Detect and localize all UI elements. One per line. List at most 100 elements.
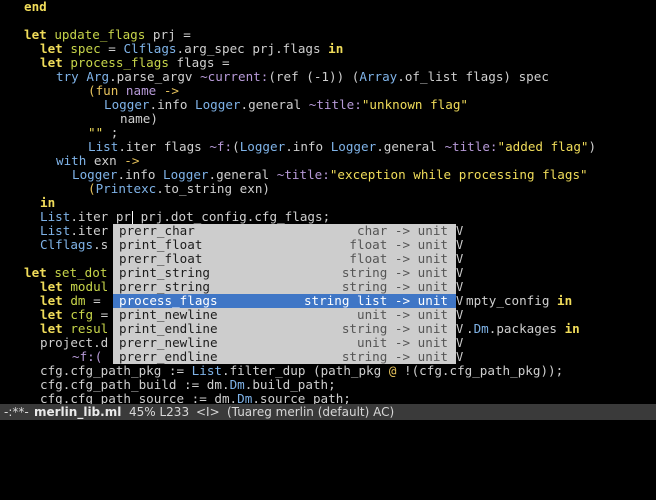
code-token: "exception while processing flags"	[329, 167, 588, 182]
code-token: let	[24, 265, 55, 280]
code-line[interactable]: name)	[120, 112, 158, 126]
code-token: "added flag"	[497, 139, 589, 154]
code-token: (ref (-1)) (	[268, 69, 360, 84]
completion-type: unit -> unit	[357, 307, 448, 322]
code-line[interactable]: let spec = Clflags.arg_spec prj.flags in	[40, 42, 343, 56]
code-line[interactable]: ~f:(	[72, 350, 102, 364]
completion-item[interactable]: prerr_string string -> unit	[113, 280, 456, 294]
code-line[interactable]: Logger.info Logger.general ~title:"unkno…	[104, 98, 468, 112]
completion-type: string -> unit	[341, 321, 448, 336]
code-token: "unknown flag"	[361, 97, 468, 112]
code-token: Arg	[86, 69, 110, 84]
code-token: process_flags	[70, 55, 169, 70]
code-token: ->	[156, 83, 180, 98]
code-token: modul	[70, 279, 109, 294]
code-token: (	[88, 181, 96, 196]
code-line[interactable]: with exn ->	[56, 154, 139, 168]
completion-item[interactable]: prerr_float float -> unit	[113, 252, 456, 266]
code-line[interactable]: (fun name ->	[88, 84, 179, 98]
code-line[interactable]: cfg.cfg_path_pkg := List.filter_dup (pat…	[40, 364, 563, 378]
completion-name: prerr_newline	[119, 335, 218, 350]
code-token: project.d	[40, 335, 109, 350]
completion-scroll-marker: V	[456, 294, 464, 308]
completion-name: print_endline	[119, 321, 218, 336]
code-token: spec	[70, 41, 101, 56]
code-token: in	[564, 321, 580, 336]
code-token: let	[24, 27, 55, 42]
completion-name: print_string	[119, 265, 210, 280]
code-token: .general	[208, 167, 277, 182]
completion-item[interactable]: prerr_endline string -> unit	[113, 350, 456, 364]
completion-type: unit -> unit	[357, 335, 448, 350]
code-token: .packages	[488, 321, 565, 336]
completion-scroll-marker: V	[456, 322, 464, 336]
completion-name: prerr_string	[119, 279, 210, 294]
code-token: Logger	[195, 97, 241, 112]
code-token: )	[588, 139, 597, 154]
code-token: let	[40, 307, 71, 322]
code-line[interactable]: let set_dot	[24, 266, 107, 280]
completion-item[interactable]: prerr_char char -> unit	[113, 224, 456, 238]
completion-scroll-marker: V	[456, 238, 464, 252]
completion-item[interactable]: print_string string -> unit	[113, 266, 456, 280]
completion-name: prerr_endline	[119, 349, 218, 364]
completion-scroll-marker: V	[456, 308, 464, 322]
completion-item[interactable]: process_flags string list -> unit	[113, 294, 456, 308]
completion-popup[interactable]: prerr_char char -> unit Vprint_float float …	[113, 224, 463, 364]
code-line[interactable]: end	[24, 0, 47, 14]
completion-item[interactable]: print_endline string -> unit	[113, 322, 456, 336]
code-line[interactable]: mpty_config in	[466, 294, 572, 308]
code-token: ~title:	[276, 167, 330, 182]
code-token: resul	[70, 321, 109, 336]
code-token: Logger	[239, 139, 286, 154]
code-token: ~f:	[209, 139, 233, 154]
code-token: Clflags	[40, 237, 94, 252]
code-token: cfg.cfg_path_build := dm.	[40, 377, 230, 392]
code-token: in	[557, 293, 573, 308]
code-token: .info	[285, 139, 331, 154]
code-token: name)	[120, 111, 158, 126]
code-line[interactable]: let cfg =	[40, 308, 108, 322]
buffer-status: -:**-	[4, 405, 29, 419]
code-token: mpty_config	[466, 293, 557, 308]
completion-name: print_newline	[119, 307, 218, 322]
code-line[interactable]: List.iter pr prj.dot_config.cfg_flags;	[40, 210, 330, 224]
code-token: let	[40, 321, 71, 336]
code-token: Printexc	[95, 181, 157, 196]
buffer-name[interactable]: merlin_lib.ml	[34, 404, 121, 420]
code-token: .s	[93, 237, 109, 252]
completion-item[interactable]: print_float float -> unit	[113, 238, 456, 252]
code-line[interactable]: project.d	[40, 336, 108, 350]
code-token: .info	[117, 167, 163, 182]
code-line[interactable]: let process_flags flags =	[40, 56, 230, 70]
code-line[interactable]: cfg.cfg_path_build := dm.Dm.build_path;	[40, 378, 336, 392]
code-line[interactable]: try Arg.parse_argv ~current:(ref (-1)) (…	[56, 70, 549, 84]
code-token: .general	[240, 97, 309, 112]
code-line[interactable]: .Dm.packages in	[466, 322, 580, 336]
code-line[interactable]: let modul	[40, 280, 108, 294]
code-line[interactable]: Logger.info Logger.general ~title:"excep…	[72, 168, 588, 182]
code-token: let	[40, 293, 71, 308]
code-token: end	[24, 0, 47, 14]
completion-type: char -> unit	[357, 223, 448, 238]
minibuffer[interactable]	[0, 420, 656, 434]
code-line[interactable]: in	[40, 196, 55, 210]
code-line[interactable]: List.iter	[40, 224, 108, 238]
code-line[interactable]: let dm =	[40, 294, 101, 308]
code-token: ;	[103, 125, 119, 140]
code-line[interactable]: let resul	[40, 322, 108, 336]
code-line[interactable]: Clflags.s	[40, 238, 108, 252]
completion-item[interactable]: prerr_newline unit -> unit	[113, 336, 456, 350]
completion-item[interactable]: print_newline unit -> unit	[113, 308, 456, 322]
code-line[interactable]: "" ;	[88, 126, 118, 140]
completion-scroll-marker: V	[456, 280, 464, 294]
code-line[interactable]: (Printexc.to_string exn)	[88, 182, 270, 196]
scrollbar[interactable]	[652, 0, 656, 404]
code-token: =	[85, 293, 101, 308]
code-line[interactable]: let update_flags prj =	[24, 28, 191, 42]
code-token: update_flags	[54, 27, 146, 42]
code-token: Logger	[104, 97, 150, 112]
code-token: cfg	[70, 307, 94, 322]
code-token: !(cfg.cfg_path_pkg));	[396, 363, 564, 378]
code-line[interactable]: List.iter flags ~f:(Logger.info Logger.g…	[88, 140, 596, 154]
